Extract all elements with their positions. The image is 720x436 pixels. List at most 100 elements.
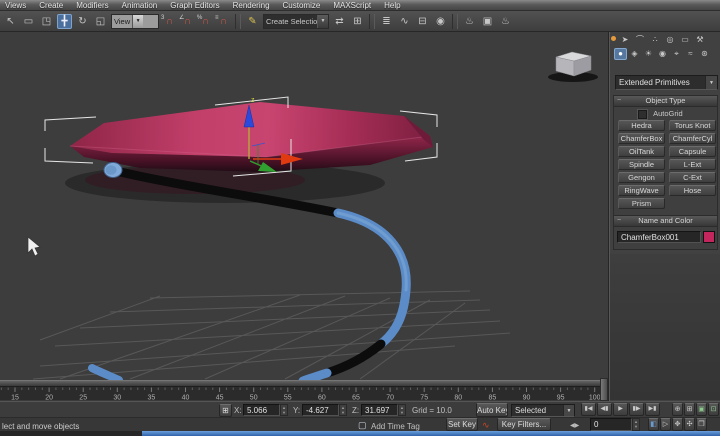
- menu-modifiers[interactable]: Modifiers: [76, 1, 108, 10]
- named-selection-sets-dropdown[interactable]: Create Selection Se▼: [263, 14, 329, 29]
- hierarchy-tab[interactable]: ∴: [648, 34, 662, 46]
- viewport[interactable]: z: [0, 32, 608, 380]
- menu-graph-editors[interactable]: Graph Editors: [170, 1, 219, 10]
- reference-coordinate-dropdown[interactable]: View▼: [111, 14, 159, 29]
- menu-animation[interactable]: Animation: [122, 1, 158, 10]
- y-spinner[interactable]: ▲▼: [339, 404, 347, 416]
- play-button[interactable]: ▶: [613, 403, 628, 416]
- motion-tab[interactable]: ◎: [663, 34, 677, 46]
- object-type-ringwave-button[interactable]: RingWave: [618, 185, 665, 196]
- menu-views[interactable]: Views: [5, 1, 26, 10]
- render-production-icon[interactable]: ♨: [498, 14, 513, 29]
- z-coordinate-field[interactable]: 31.697: [361, 404, 398, 416]
- autogrid-checkbox[interactable]: [638, 110, 647, 119]
- menu-maxscript[interactable]: MAXScript: [333, 1, 371, 10]
- pan-button[interactable]: ✥: [672, 418, 683, 431]
- snap-toggle-3d-icon[interactable]: ∩3: [162, 14, 177, 29]
- frame-spinner[interactable]: ▲▼: [632, 418, 640, 431]
- chevron-down-icon[interactable]: ▼: [563, 405, 574, 416]
- select-and-rotate-icon[interactable]: ↻: [75, 14, 90, 29]
- menu-create[interactable]: Create: [39, 1, 63, 10]
- walk-through-button[interactable]: ✣: [684, 418, 695, 431]
- object-type-header[interactable]: − Object Type: [614, 96, 717, 107]
- key-mode-dropdown[interactable]: Selected ▼: [511, 404, 575, 417]
- align-icon[interactable]: ⊞: [350, 14, 365, 29]
- field-of-view-button[interactable]: ◧: [648, 418, 659, 431]
- previous-frame-button[interactable]: ◀▮: [597, 403, 612, 416]
- chevron-down-icon[interactable]: ▼: [705, 76, 717, 89]
- menu-rendering[interactable]: Rendering: [233, 1, 270, 10]
- spinner-snap-icon[interactable]: ∩≡: [216, 14, 231, 29]
- select-object-icon[interactable]: ↖: [3, 14, 18, 29]
- lights-category[interactable]: ☀: [642, 48, 655, 60]
- chevron-down-icon[interactable]: ▼: [317, 15, 328, 28]
- rectangular-selection-region-icon[interactable]: ▭: [21, 14, 36, 29]
- display-tab[interactable]: ▭: [678, 34, 692, 46]
- zoom-extents-all-button[interactable]: ⊡: [708, 403, 719, 416]
- maximize-viewport-toggle-button[interactable]: ❒: [696, 418, 707, 431]
- zoom-extents-button[interactable]: ▣: [696, 403, 707, 416]
- zoom-all-button[interactable]: ⊞: [684, 403, 695, 416]
- track-bar[interactable]: 1520253035404550556065707580859095100: [0, 386, 600, 400]
- go-to-end-button[interactable]: ▶▮: [645, 403, 660, 416]
- curve-editor-icon[interactable]: ∿: [397, 14, 412, 29]
- key-filters-button[interactable]: Key Filters...: [497, 418, 551, 431]
- primitives-dropdown[interactable]: Extended Primitives ▼: [615, 75, 718, 90]
- object-type-chamferbox-button[interactable]: ChamferBox: [618, 133, 665, 144]
- select-and-scale-icon[interactable]: ◱: [93, 14, 108, 29]
- collapse-icon[interactable]: −: [617, 96, 621, 106]
- object-type-prism-button[interactable]: Prism: [618, 198, 665, 209]
- object-type-chamfercyl-button[interactable]: ChamferCyl: [669, 133, 716, 144]
- render-setup-icon[interactable]: ♨: [462, 14, 477, 29]
- shapes-category[interactable]: ◈: [628, 48, 641, 60]
- chevron-down-icon[interactable]: ▼: [132, 15, 143, 28]
- utilities-tab[interactable]: ⚒: [693, 34, 707, 46]
- y-coordinate-field[interactable]: -4.627: [302, 404, 339, 416]
- object-type-l-ext-button[interactable]: L-Ext: [669, 159, 716, 170]
- set-key-button[interactable]: Set Key: [446, 418, 478, 431]
- select-and-move-icon[interactable]: ╋: [57, 14, 72, 29]
- object-type-oiltank-button[interactable]: OilTank: [618, 146, 665, 157]
- create-tab[interactable]: ➤: [618, 34, 632, 46]
- menu-customize[interactable]: Customize: [283, 1, 321, 10]
- z-spinner[interactable]: ▲▼: [398, 404, 406, 416]
- object-type-capsule-button[interactable]: Capsule: [669, 146, 716, 157]
- object-type-c-ext-button[interactable]: C-Ext: [669, 172, 716, 183]
- arc-rotate-button[interactable]: ▷: [660, 418, 671, 431]
- mirror-icon[interactable]: ⇄: [332, 14, 347, 29]
- next-frame-button[interactable]: ▮▶: [629, 403, 644, 416]
- go-to-start-button[interactable]: ▮◀: [581, 403, 596, 416]
- object-type-spindle-button[interactable]: Spindle: [618, 159, 665, 170]
- name-color-header[interactable]: − Name and Color: [614, 216, 717, 227]
- collapse-icon[interactable]: −: [617, 216, 621, 226]
- object-type-gengon-button[interactable]: Gengon: [618, 172, 665, 183]
- angle-snap-icon[interactable]: ∩∠: [180, 14, 195, 29]
- current-frame-field[interactable]: 0: [590, 418, 632, 431]
- rendered-frame-window-icon[interactable]: ▣: [480, 14, 495, 29]
- systems-category[interactable]: ⊛: [698, 48, 711, 60]
- object-type-hedra-button[interactable]: Hedra: [618, 120, 665, 131]
- layer-manager-icon[interactable]: ≣: [379, 14, 394, 29]
- track-bar-divider[interactable]: [600, 378, 608, 401]
- menu-help[interactable]: Help: [384, 1, 400, 10]
- geometry-category[interactable]: ●: [614, 48, 627, 60]
- spacewarps-category[interactable]: ≈: [684, 48, 697, 60]
- schematic-view-icon[interactable]: ⊟: [415, 14, 430, 29]
- helpers-category[interactable]: ⌖: [670, 48, 683, 60]
- object-type-torus-knot-button[interactable]: Torus Knot: [669, 120, 716, 131]
- x-coordinate-field[interactable]: 5.066: [243, 404, 280, 416]
- material-editor-icon[interactable]: ◉: [433, 14, 448, 29]
- modify-tab[interactable]: ⌒: [633, 34, 647, 46]
- auto-key-button[interactable]: Auto Key: [476, 403, 508, 417]
- x-spinner[interactable]: ▲▼: [280, 404, 288, 416]
- object-color-swatch[interactable]: [703, 231, 715, 243]
- window-crossing-toggle-icon[interactable]: ◳: [39, 14, 54, 29]
- absolute-mode-toggle-icon[interactable]: ⊞: [219, 404, 232, 417]
- cameras-category[interactable]: ◉: [656, 48, 669, 60]
- keyboard-shortcut-override-icon[interactable]: ✎: [245, 14, 260, 29]
- percent-snap-icon[interactable]: ∩%: [198, 14, 213, 29]
- object-name-field[interactable]: ChamferBox001: [617, 231, 701, 243]
- track-bar-ruler[interactable]: 1520253035404550556065707580859095100: [0, 387, 600, 401]
- object-type-hose-button[interactable]: Hose: [669, 185, 716, 196]
- zoom-button[interactable]: ⊕: [672, 403, 683, 416]
